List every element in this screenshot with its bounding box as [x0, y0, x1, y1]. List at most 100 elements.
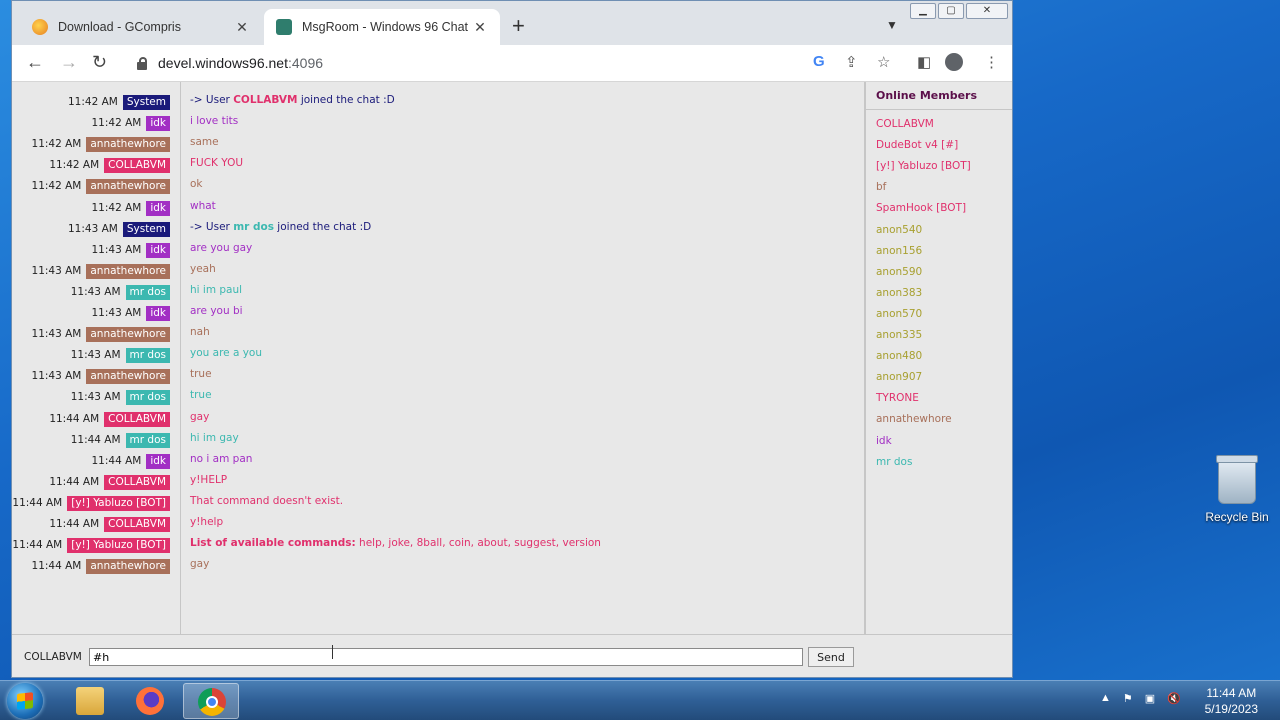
address-bar[interactable]: devel.windows96.net :4096: [128, 49, 892, 77]
chat-message: 11:42 AM annathewhore same: [12, 133, 864, 154]
minimize-button[interactable]: ▁: [910, 3, 936, 19]
member-item[interactable]: anon335: [876, 328, 922, 342]
close-tab-icon[interactable]: ✕: [472, 19, 488, 36]
start-button[interactable]: [7, 683, 43, 719]
close-tab-icon[interactable]: ✕: [234, 19, 250, 36]
clock[interactable]: 11:44 AM 5/19/2023: [1205, 685, 1258, 717]
new-tab-icon[interactable]: +: [512, 15, 525, 37]
member-item[interactable]: anon156: [876, 244, 922, 258]
tab-gcompris[interactable]: Download - GCompris ✕: [20, 9, 262, 45]
user-tag[interactable]: COLLABVM: [104, 517, 170, 532]
user-tag[interactable]: [y!] Yabluzo [BOT]: [67, 495, 170, 511]
star-icon[interactable]: ☆: [877, 53, 890, 71]
message-text: are you gay: [190, 239, 252, 258]
user-tag[interactable]: idk: [146, 200, 170, 216]
chevron-down-icon[interactable]: ▼: [886, 18, 898, 32]
user-tag[interactable]: COLLABVM: [104, 411, 170, 427]
message-text: y!help: [190, 513, 223, 532]
member-item[interactable]: DudeBot v4 [#]: [876, 138, 958, 152]
member-item[interactable]: anon570: [876, 307, 922, 321]
user-tag[interactable]: annathewhore: [86, 137, 170, 153]
chat-log[interactable]: 11:42 AM System -> User COLLABVM joined th…: [12, 82, 865, 634]
user-tag[interactable]: idk: [146, 242, 170, 258]
taskbar-explorer[interactable]: [62, 683, 118, 719]
member-item[interactable]: SpamHook [BOT]: [876, 201, 966, 215]
user-tag[interactable]: System: [122, 221, 170, 237]
member-item[interactable]: anon383: [876, 286, 922, 300]
message-body: joined the chat :D: [273, 220, 372, 233]
message-meta: 11:44 AM mr dos: [71, 431, 170, 450]
message-body: That command doesn't exist.: [190, 494, 344, 507]
action-center-icon[interactable]: ⚑: [1123, 692, 1133, 705]
maximize-button[interactable]: ▢: [938, 3, 964, 19]
message-text: ok: [190, 175, 203, 194]
message-meta: 11:43 AM annathewhore: [32, 325, 170, 344]
message-time: 11:43 AM: [91, 243, 142, 256]
user-tag[interactable]: annathewhore: [86, 179, 170, 195]
user-tag[interactable]: mr dos: [125, 390, 170, 406]
message-body: FUCK YOU: [190, 157, 244, 170]
user-tag[interactable]: mr dos: [125, 432, 170, 448]
message-meta: 11:42 AM idk: [91, 199, 170, 218]
forward-arrow-icon[interactable]: →: [60, 52, 78, 73]
user-tag[interactable]: annathewhore: [86, 559, 170, 575]
message-meta: 11:42 AM annathewhore: [32, 135, 170, 154]
member-item[interactable]: bf: [876, 180, 886, 194]
chat-message: 11:42 AM annathewhore ok: [12, 175, 864, 196]
side-panel-icon[interactable]: ◧: [917, 53, 931, 71]
message-meta: 11:43 AM idk: [91, 304, 170, 323]
menu-kebab-icon[interactable]: ⋮: [984, 53, 999, 71]
message-time: 11:42 AM: [68, 96, 118, 108]
message-body: hi im paul: [190, 283, 243, 296]
message-input[interactable]: #h: [89, 648, 803, 666]
network-icon[interactable]: ▣: [1145, 692, 1155, 705]
tray-expand-icon[interactable]: ▲: [1100, 692, 1111, 705]
user-tag[interactable]: COLLABVM: [104, 158, 170, 174]
user-tag[interactable]: mr dos: [125, 348, 170, 364]
recycle-bin[interactable]: Recycle Bin: [1204, 455, 1270, 524]
chrome-icon: [198, 688, 226, 716]
user-tag[interactable]: idk: [146, 116, 170, 132]
member-item[interactable]: anon907: [876, 370, 922, 384]
nickname-label[interactable]: COLLABVM: [24, 651, 82, 663]
member-item[interactable]: idk: [876, 434, 892, 448]
member-item[interactable]: mr dos: [876, 455, 912, 469]
member-item[interactable]: annathewhore: [876, 412, 952, 426]
taskbar-firefox[interactable]: [122, 683, 178, 719]
message-time: 11:44 AM: [12, 496, 63, 509]
send-button[interactable]: Send: [808, 647, 854, 667]
user-tag[interactable]: [y!] Yabluzo [BOT]: [67, 538, 170, 554]
member-item[interactable]: COLLABVM: [876, 117, 934, 131]
member-item[interactable]: [y!] Yabluzo [BOT]: [876, 159, 971, 173]
member-item[interactable]: TYRONE: [876, 391, 919, 405]
share-icon[interactable]: ⇪: [845, 53, 858, 71]
user-tag[interactable]: idk: [146, 453, 170, 469]
taskbar-chrome[interactable]: [183, 683, 239, 719]
back-arrow-icon[interactable]: ←: [26, 52, 44, 73]
google-lens-icon[interactable]: G: [813, 53, 825, 70]
user-tag[interactable]: COLLABVM: [104, 474, 170, 490]
profile-avatar-icon[interactable]: [945, 53, 963, 71]
reload-icon[interactable]: ↻: [92, 52, 107, 73]
user-tag[interactable]: System: [122, 95, 170, 110]
message-body: are you gay: [190, 241, 253, 254]
chat-message: 11:42 AM COLLABVM FUCK YOU: [12, 154, 864, 174]
member-item[interactable]: anon540: [876, 223, 922, 237]
member-item[interactable]: anon590: [876, 265, 922, 279]
user-tag[interactable]: annathewhore: [86, 327, 170, 343]
message-body: no i am pan: [190, 452, 253, 465]
user-tag[interactable]: idk: [146, 306, 170, 321]
message-meta: 11:42 AM annathewhore: [32, 177, 170, 196]
firefox-icon: [136, 687, 164, 715]
message-text: you are a you: [190, 344, 262, 363]
user-tag[interactable]: annathewhore: [86, 263, 170, 279]
message-text: gay: [190, 408, 209, 427]
user-tag[interactable]: mr dos: [125, 284, 170, 300]
user-tag[interactable]: annathewhore: [86, 369, 170, 385]
tab-msgroom[interactable]: MsgRoom - Windows 96 Chat ✕: [264, 9, 500, 45]
volume-muted-icon[interactable]: 🔇: [1167, 692, 1181, 705]
chat-message: 11:43 AM System -> User mr dos joined the …: [12, 218, 864, 237]
message-body: help, joke, 8ball, coin, about, suggest,…: [355, 537, 601, 550]
member-item[interactable]: anon480: [876, 349, 922, 363]
close-window-button[interactable]: ✕: [966, 3, 1008, 19]
